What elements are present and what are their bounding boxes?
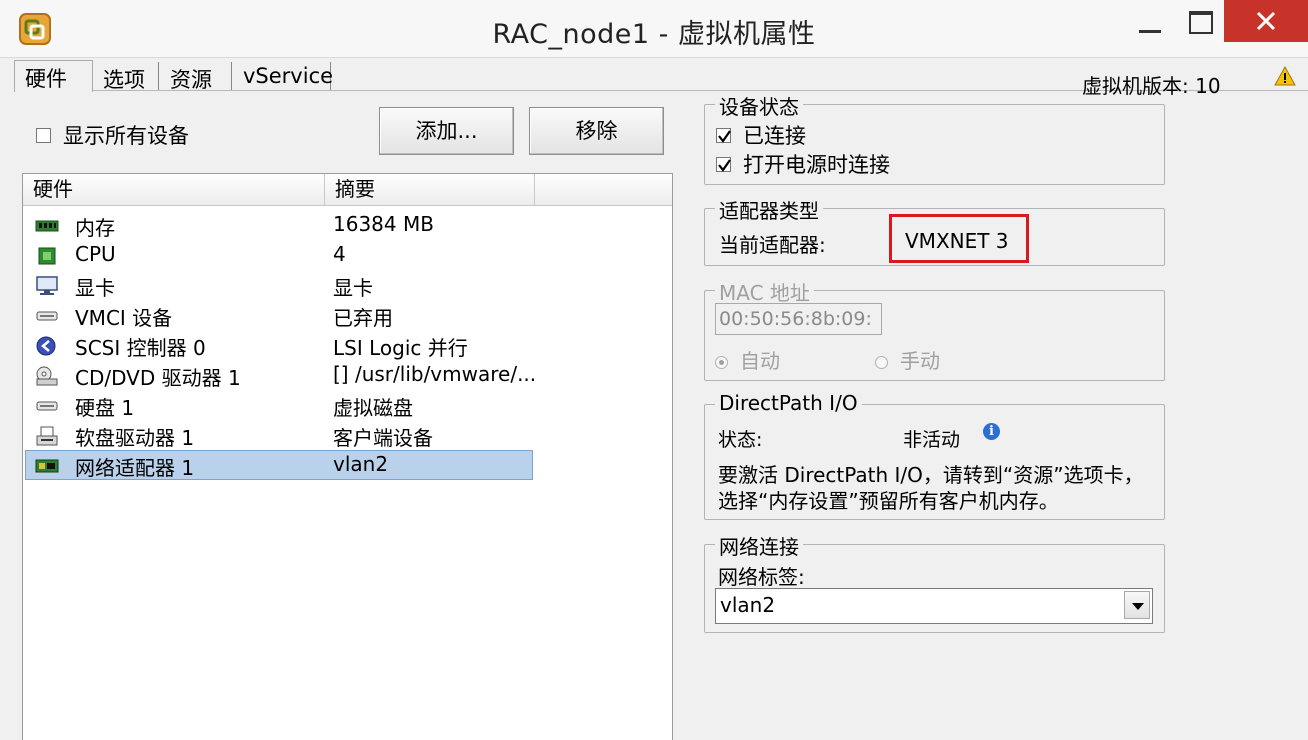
tab-resources[interactable]: 资源 <box>160 62 232 92</box>
mac-address-title: MAC 地址 <box>715 277 814 306</box>
hardware-name: SCSI 控制器 0 <box>75 336 206 360</box>
network-connection-group: 网络连接 网络标签: vlan2 <box>704 531 1165 633</box>
hardware-row-scsi[interactable]: SCSI 控制器 0 LSI Logic 并行 <box>23 330 672 360</box>
hardware-name: 硬盘 1 <box>75 396 135 420</box>
add-button[interactable]: 添加... <box>379 107 514 155</box>
mac-address-group: MAC 地址 00:50:56:8b:09: 自动 手动 <box>704 277 1165 381</box>
hardware-row-network-adapter[interactable]: 网络适配器 1 vlan2 <box>23 450 672 480</box>
tab-options[interactable]: 选项 <box>93 62 159 92</box>
directpath-title: DirectPath I/O <box>715 391 862 415</box>
vmci-device-icon <box>36 311 58 321</box>
hardware-name: 软盘驱动器 1 <box>75 426 195 450</box>
current-adapter-label: 当前适配器: <box>719 233 826 257</box>
network-label-value: vlan2 <box>720 593 776 617</box>
hardware-list-header: 硬件 摘要 <box>23 174 672 206</box>
panel-splitter[interactable] <box>673 92 701 740</box>
hardware-name: 网络适配器 1 <box>75 456 195 480</box>
connect-at-power-on-label: 打开电源时连接 <box>743 153 890 177</box>
floppy-drive-icon <box>36 426 58 446</box>
close-icon <box>1256 11 1276 31</box>
hardware-row-cd-dvd[interactable]: CD/DVD 驱动器 1 [] /usr/lib/vmware/... <box>23 360 672 390</box>
info-icon[interactable]: i <box>983 423 1000 440</box>
radio-button[interactable] <box>875 356 888 369</box>
hard-disk-icon <box>36 401 58 411</box>
mac-manual-radio[interactable]: 手动 <box>875 345 940 374</box>
directpath-group: DirectPath I/O 状态: 非活动 i 要激活 DirectPath … <box>704 391 1165 520</box>
check-icon <box>718 129 731 143</box>
hardware-summary: vlan2 <box>333 452 389 476</box>
checkbox-box[interactable] <box>36 127 51 143</box>
hardware-name: CPU <box>75 242 116 266</box>
tab-vservice[interactable]: vService <box>233 62 333 90</box>
hardware-row-vmci[interactable]: VMCI 设备 已弃用 <box>23 300 672 330</box>
window-title: RAC_node1 - 虚拟机属性 <box>492 19 816 50</box>
hardware-list[interactable]: 硬件 摘要 内存 16384 MB CPU 4 显卡 显卡 VMCI 设备 已弃… <box>22 173 673 740</box>
chevron-down-icon[interactable] <box>1124 591 1150 619</box>
hardware-summary: 已弃用 <box>333 306 393 330</box>
show-all-devices-label: 显示所有设备 <box>63 124 189 148</box>
hardware-row-memory[interactable]: 内存 16384 MB <box>23 210 672 240</box>
cd-dvd-icon <box>36 366 58 386</box>
hardware-summary: 客户端设备 <box>333 426 433 450</box>
checkbox-box[interactable] <box>716 127 731 143</box>
hardware-row-display[interactable]: 显卡 显卡 <box>23 270 672 300</box>
hardware-row-floppy[interactable]: 软盘驱动器 1 客户端设备 <box>23 420 672 450</box>
hardware-name: 显卡 <box>75 276 115 300</box>
hardware-summary: LSI Logic 并行 <box>333 336 468 360</box>
hardware-summary: 显卡 <box>333 276 373 300</box>
display-icon <box>36 276 58 295</box>
connected-label: 已连接 <box>743 124 806 148</box>
tab-hardware[interactable]: 硬件 <box>14 60 93 92</box>
remove-button[interactable]: 移除 <box>529 107 664 155</box>
hardware-name: VMCI 设备 <box>75 306 173 330</box>
device-status-title: 设备状态 <box>715 91 803 120</box>
check-icon <box>718 158 731 172</box>
mac-auto-radio[interactable]: 自动 <box>715 345 780 374</box>
mac-manual-label: 手动 <box>900 349 940 373</box>
hardware-summary: 16384 MB <box>333 212 434 236</box>
mac-auto-label: 自动 <box>740 349 780 373</box>
hardware-name: CD/DVD 驱动器 1 <box>75 366 241 390</box>
directpath-status-value: 非活动 <box>903 429 961 451</box>
show-all-devices-checkbox[interactable]: 显示所有设备 <box>36 120 189 150</box>
mac-address-input[interactable]: 00:50:56:8b:09: <box>715 303 882 335</box>
memory-icon <box>35 220 59 232</box>
annotation-highlight-box <box>889 214 1029 263</box>
checkbox-box[interactable] <box>716 156 731 172</box>
minimize-button[interactable] <box>1126 0 1174 42</box>
hardware-row-hard-disk[interactable]: 硬盘 1 虚拟磁盘 <box>23 390 672 420</box>
adapter-type-group: 适配器类型 当前适配器: VMXNET 3 <box>704 195 1165 266</box>
hardware-name: 内存 <box>75 216 115 240</box>
vm-version-label: 虚拟机版本: 10 <box>1082 74 1221 98</box>
device-status-group: 设备状态 已连接 打开电源时连接 <box>704 91 1165 185</box>
hardware-summary: 虚拟磁盘 <box>333 396 413 420</box>
hardware-row-cpu[interactable]: CPU 4 <box>23 240 672 270</box>
network-connection-title: 网络连接 <box>715 531 803 560</box>
warning-icon <box>1274 66 1296 86</box>
cpu-icon <box>38 247 56 265</box>
directpath-note-line1: 要激活 DirectPath I/O，请转到“资源”选项卡， <box>718 463 1144 487</box>
column-header-hardware[interactable]: 硬件 <box>23 174 325 205</box>
radio-button[interactable] <box>715 356 728 369</box>
network-label-caption: 网络标签: <box>718 565 805 589</box>
title-bar: RAC_node1 - 虚拟机属性 <box>0 0 1308 58</box>
maximize-button[interactable] <box>1176 0 1224 42</box>
directpath-status-label: 状态: <box>718 429 763 451</box>
column-header-summary[interactable]: 摘要 <box>325 174 535 205</box>
connected-checkbox[interactable]: 已连接 <box>716 120 806 150</box>
connect-at-power-on-checkbox[interactable]: 打开电源时连接 <box>716 149 890 179</box>
close-button[interactable] <box>1224 0 1308 42</box>
network-adapter-icon <box>35 459 59 473</box>
network-label-select[interactable]: vlan2 <box>715 588 1153 624</box>
hardware-summary: 4 <box>333 242 346 266</box>
directpath-note-line2: 选择“内存设置”预留所有客户机内存。 <box>718 489 1059 513</box>
adapter-type-title: 适配器类型 <box>715 195 823 224</box>
scsi-controller-icon <box>36 336 56 356</box>
hardware-summary: [] /usr/lib/vmware/... <box>333 362 537 386</box>
